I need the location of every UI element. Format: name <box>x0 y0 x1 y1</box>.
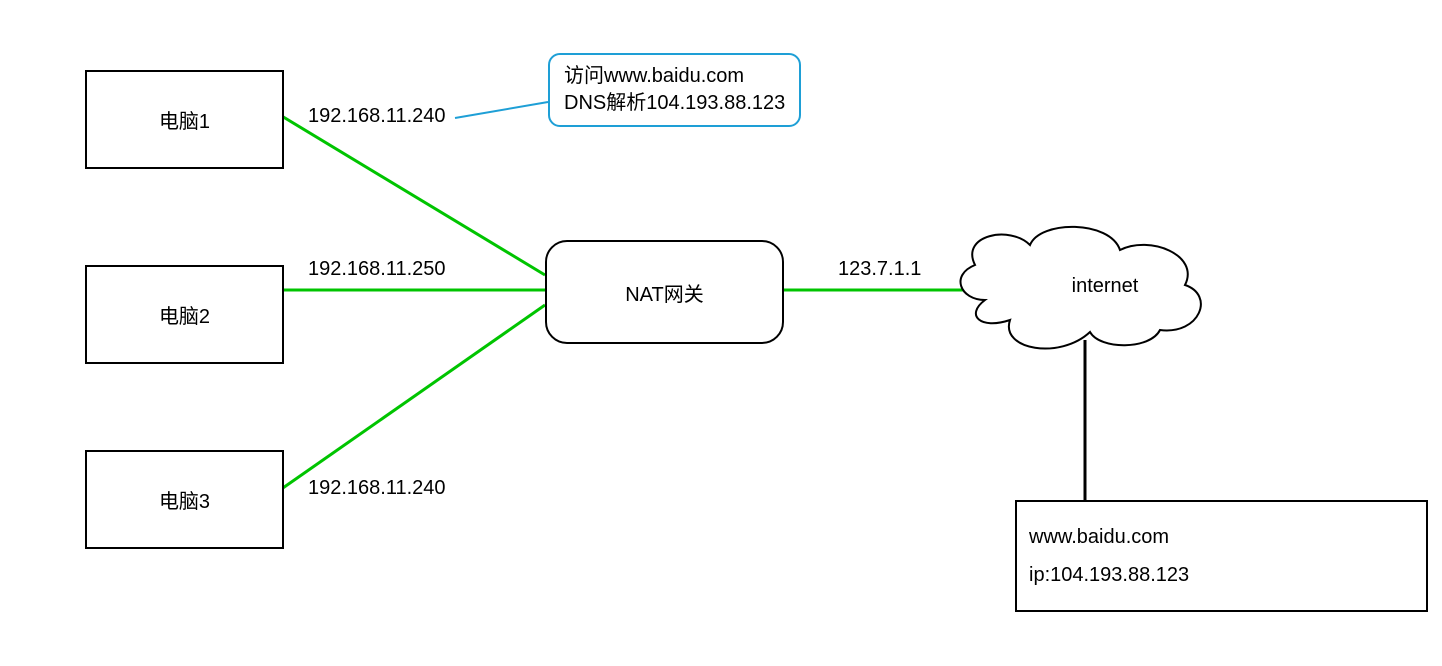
node-pc3-label: 电脑3 <box>159 485 210 514</box>
callout-bubble: 访问www.baidu.com DNS解析104.193.88.123 <box>548 53 801 127</box>
ip-label-pc2: 192.168.11.250 <box>308 258 446 281</box>
server-ip-row: ip:104.193.88.123 <box>1029 556 1414 594</box>
callout-leader <box>455 102 548 118</box>
ip-label-pc3: 192.168.11.240 <box>308 477 446 500</box>
node-nat-label: NAT网关 <box>625 278 704 307</box>
ip-label-public: 123.7.1.1 <box>838 258 921 281</box>
callout-line2: DNS解析104.193.88.123 <box>564 90 785 117</box>
node-pc3: 电脑3 <box>85 450 284 549</box>
link-pc3-nat <box>280 305 545 490</box>
callout-line1: 访问www.baidu.com <box>564 63 785 90</box>
node-server: www.baidu.com ip:104.193.88.123 <box>1015 500 1428 612</box>
node-pc1: 电脑1 <box>85 70 284 169</box>
node-internet-label: internet <box>1050 275 1160 298</box>
node-pc1-label: 电脑1 <box>159 105 210 134</box>
server-ip-value: 104.193.88.123 <box>1050 564 1189 586</box>
ip-label-pc1: 192.168.11.240 <box>308 105 446 128</box>
node-pc2: 电脑2 <box>85 265 284 364</box>
server-ip-label: ip: <box>1029 564 1050 586</box>
node-pc2-label: 电脑2 <box>159 300 210 329</box>
server-domain: www.baidu.com <box>1029 518 1414 556</box>
link-pc1-nat <box>280 115 545 275</box>
node-nat-gateway: NAT网关 <box>545 240 784 344</box>
